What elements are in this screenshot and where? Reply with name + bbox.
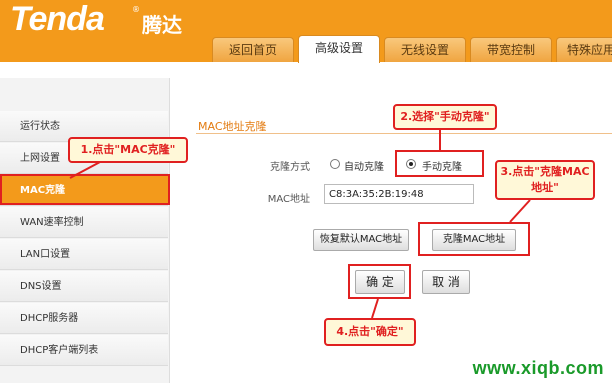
registered-mark: ® xyxy=(132,5,140,14)
callout-step2: 2.选择"手动克隆" xyxy=(393,104,497,130)
sidebar-item-dhcp-server[interactable]: DHCP服务器 xyxy=(0,303,168,334)
top-spacer xyxy=(0,66,612,78)
brand-logo-cn: 腾达 xyxy=(142,13,182,37)
auto-clone-label: 自动克隆 xyxy=(344,162,384,173)
watermark-text: www.xiqb.com xyxy=(472,358,604,378)
sidebar: 运行状态 上网设置 MAC克隆 WAN速率控制 LAN口设置 DNS设置 DHC… xyxy=(0,78,170,383)
restore-default-mac-button[interactable]: 恢复默认MAC地址 xyxy=(313,229,409,251)
tab-advanced[interactable]: 高级设置 xyxy=(298,35,380,63)
brand-logo: Tenda xyxy=(10,0,105,38)
callout-step1: 1.点击"MAC克隆" xyxy=(68,137,188,163)
sidebar-item-dhcp-clients[interactable]: DHCP客户端列表 xyxy=(0,335,168,366)
clone-mode-label: 克隆方式 xyxy=(270,162,310,173)
tab-special-apps[interactable]: 特殊应用 xyxy=(556,37,612,62)
highlight-manual-clone xyxy=(395,150,484,177)
section-title: MAC地址克隆 xyxy=(198,120,267,133)
section-divider xyxy=(196,133,612,134)
highlight-clone-mac-button xyxy=(418,222,530,256)
tab-wireless[interactable]: 无线设置 xyxy=(384,37,466,62)
sidebar-item-dns[interactable]: DNS设置 xyxy=(0,271,168,302)
sidebar-item-wan-rate[interactable]: WAN速率控制 xyxy=(0,207,168,238)
tab-home[interactable]: 返回首页 xyxy=(212,37,294,62)
callout-step4: 4.点击"确定" xyxy=(324,318,416,346)
highlight-ok-button xyxy=(348,264,411,299)
mac-address-input[interactable] xyxy=(324,184,474,204)
callout-step3: 3.点击"克隆MAC地址" xyxy=(495,160,595,200)
tab-bandwidth[interactable]: 带宽控制 xyxy=(470,37,552,62)
cancel-button[interactable]: 取 消 xyxy=(422,270,470,294)
mac-address-label: MAC地址 xyxy=(267,194,310,205)
highlight-mac-clone xyxy=(0,174,170,205)
radio-auto-clone[interactable] xyxy=(330,159,340,169)
sidebar-item-lan[interactable]: LAN口设置 xyxy=(0,239,168,270)
